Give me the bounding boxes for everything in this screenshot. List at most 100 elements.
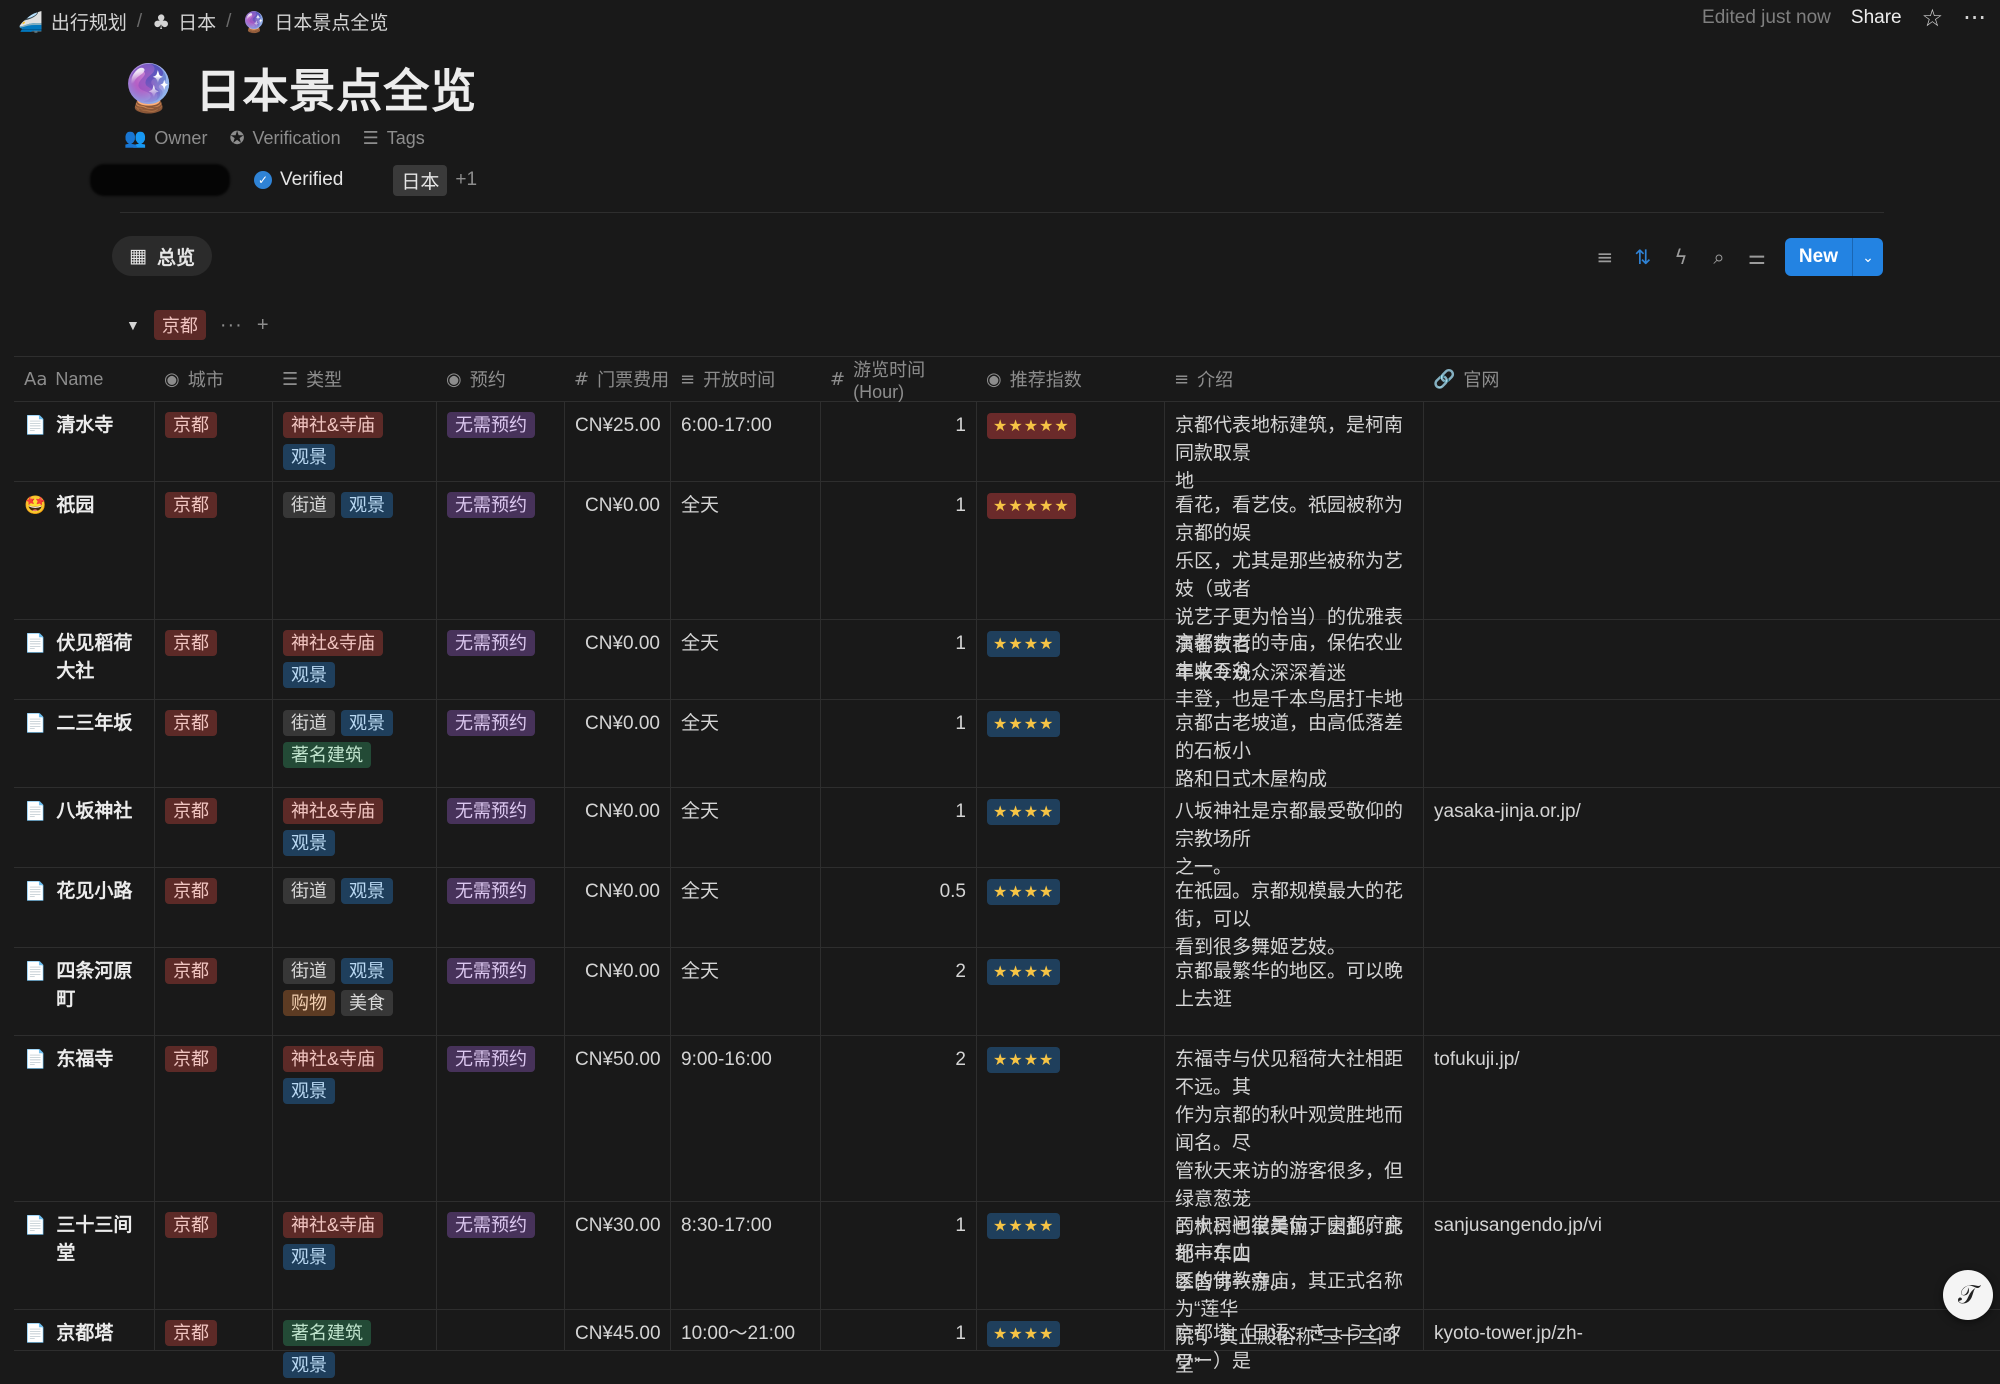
table-row[interactable]: 🤩 祇园 京都 街道 观景 无需预约 CN¥0.00 全天 1 ★★★★★ 看花，看艺伎。祇园被称为… [14,482,2000,684]
cell-hours[interactable]: 全天 [670,482,820,619]
cell-reservation[interactable]: 无需预约 [436,948,564,1035]
cell-fee[interactable]: CN¥50.00 [564,1036,670,1201]
cell-rating[interactable]: ★★★★★ [976,402,1164,481]
cell-reservation[interactable] [436,1310,564,1350]
breadcrumb-item-japan[interactable]: ♣ 日本 [148,6,220,37]
settings-sliders-icon[interactable]: ⚌ [1747,245,1767,269]
column-header[interactable]: ◉ 推荐指数 [976,357,1164,401]
cell-reservation[interactable]: 无需预约 [436,402,564,481]
cell-name[interactable]: 🤩 祇园 [14,482,154,619]
cell-reservation[interactable]: 无需预约 [436,620,564,699]
cell-intro[interactable]: 东福寺与伏见稻荷大社相距不远。其 作为京都的秋叶观赏胜地而闻名。尽 管秋天来访的… [1164,1036,1423,1294]
column-header[interactable]: Aa Name [14,357,154,401]
cell-hours[interactable]: 8:30-17:00 [670,1202,820,1309]
cell-rating[interactable]: ★★★★ [976,1202,1164,1309]
tags-property[interactable]: ☰ Tags [363,128,425,149]
cell-city[interactable]: 京都 [154,948,272,1035]
cell-intro[interactable]: 京都古老坡道，由高低落差的石板小 路和日式木屋构成 [1164,700,1423,790]
group-tag[interactable]: 京都 [153,310,206,340]
row-title[interactable]: 📄 二三年坂 [24,710,144,738]
column-header[interactable]: ≡ 介绍 [1164,357,1423,401]
cell-reservation[interactable]: 无需预约 [436,1036,564,1201]
automation-icon[interactable]: ϟ [1671,245,1691,269]
cell-city[interactable]: 京都 [154,1202,272,1309]
cell-duration[interactable]: 1 [820,620,976,699]
cell-website[interactable]: kyoto-tower.jp/zh- [1423,1310,2000,1350]
column-header[interactable]: ☰ 类型 [272,357,436,401]
cell-intro[interactable]: 在祇园。京都规模最大的花街，可以 看到很多舞姬艺妓。 [1164,868,1423,958]
cell-city[interactable]: 京都 [154,402,272,481]
verified-badge[interactable]: ✓ Verified [254,169,343,191]
row-title[interactable]: 📄 京都塔 [24,1320,144,1348]
cell-duration[interactable]: 1 [820,1202,976,1309]
cell-hours[interactable]: 全天 [670,948,820,1035]
website-link[interactable]: sanjusangendo.jp/vi [1434,1212,1990,1240]
cell-type[interactable]: 神社&寺庙观景 [272,1202,436,1309]
cell-fee[interactable]: CN¥0.00 [564,788,670,867]
cell-website[interactable] [1423,402,2000,481]
cell-city[interactable]: 京都 [154,1036,272,1201]
cell-duration[interactable]: 2 [820,948,976,1035]
cell-website[interactable] [1423,482,2000,619]
cell-name[interactable]: 📄 三十三间堂 [14,1202,154,1309]
website-link[interactable]: kyoto-tower.jp/zh- [1434,1320,1990,1348]
sort-icon[interactable]: ⇅ [1633,245,1653,269]
table-row[interactable]: 📄 伏见稻荷大社 京都 神社&寺庙观景 无需预约 CN¥0.00 全天 1 ★★★★ 京都古老的寺… [14,620,2000,710]
share-button[interactable]: Share [1851,7,1902,29]
column-header[interactable]: ≡ 开放时间 [670,357,820,401]
cell-city[interactable]: 京都 [154,482,272,619]
cell-type[interactable]: 著名建筑观景 [272,1310,436,1378]
cell-city[interactable]: 京都 [154,1310,272,1350]
cell-type[interactable]: 神社&寺庙观景 [272,1036,436,1201]
column-header[interactable]: ◉ 城市 [154,357,272,401]
cell-website[interactable] [1423,868,2000,947]
cell-website[interactable] [1423,700,2000,787]
row-title[interactable]: 📄 四条河原町 [24,958,144,1014]
help-fab-icon[interactable]: 𝒯 [1943,1270,1993,1320]
cell-duration[interactable]: 0.5 [820,868,976,947]
cell-intro[interactable]: 八坂神社是京都最受敬仰的宗教场所 之一。 [1164,788,1423,878]
column-header[interactable]: # 游览时间(Hour) [820,357,976,402]
cell-rating[interactable]: ★★★★ [976,1036,1164,1201]
cell-type[interactable]: 街道 观景购物 美食 [272,948,436,1035]
cell-type[interactable]: 街道 观景 [272,868,436,947]
table-row[interactable]: 📄 京都塔 京都 著名建筑观景 CN¥45.00 10:00～21:00 1 ★★★★ 京都塔（… [14,1310,2000,1378]
cell-fee[interactable]: CN¥0.00 [564,482,670,619]
column-header[interactable]: # 门票费用 [564,357,670,401]
crystal-ball-icon[interactable]: 🔮 [120,61,177,116]
table-row[interactable]: 📄 花见小路 京都 街道 观景 无需预约 CN¥0.00 全天 0.5 ★★★★ 在祇园。京都规模最… [14,868,2000,958]
row-title[interactable]: 📄 花见小路 [24,878,144,906]
table-row[interactable]: 📄 二三年坂 京都 街道 观景著名建筑 无需预约 CN¥0.00 全天 1 ★★★★ 京都古老坡道，… [14,700,2000,790]
cell-intro[interactable]: 京都古老的寺庙，保佑农业丰收五谷 丰登，也是千本鸟居打卡地 [1164,620,1423,710]
cell-duration[interactable]: 2 [820,1036,976,1201]
cell-reservation[interactable]: 无需预约 [436,482,564,619]
cell-duration[interactable]: 1 [820,482,976,619]
cell-name[interactable]: 📄 二三年坂 [14,700,154,787]
cell-fee[interactable]: CN¥0.00 [564,620,670,699]
cell-duration[interactable]: 1 [820,402,976,481]
cell-hours[interactable]: 全天 [670,868,820,947]
new-button[interactable]: New [1784,238,1852,276]
cell-website[interactable]: tofukuji.jp/ [1423,1036,2000,1201]
cell-reservation[interactable]: 无需预约 [436,868,564,947]
cell-type[interactable]: 神社&寺庙观景 [272,620,436,699]
cell-fee[interactable]: CN¥45.00 [564,1310,670,1350]
cell-name[interactable]: 📄 东福寺 [14,1036,154,1201]
search-icon[interactable]: ⌕ [1709,245,1729,269]
cell-website[interactable]: yasaka-jinja.or.jp/ [1423,788,2000,867]
cell-fee[interactable]: CN¥0.00 [564,700,670,787]
cell-hours[interactable]: 10:00～21:00 [670,1310,820,1350]
verification-property[interactable]: ✪ Verification [229,128,340,149]
filter-icon[interactable]: ≡ [1595,245,1615,269]
website-link[interactable]: tofukuji.jp/ [1434,1046,1990,1074]
column-header[interactable]: 🔗 官网 [1423,357,2000,401]
more-icon[interactable]: ··· [1963,4,1986,32]
cell-reservation[interactable]: 无需预约 [436,700,564,787]
cell-duration[interactable]: 1 [820,788,976,867]
owner-property[interactable]: 👥 Owner [124,128,207,149]
cell-website[interactable] [1423,948,2000,1035]
cell-name[interactable]: 📄 伏见稻荷大社 [14,620,154,699]
cell-fee[interactable]: CN¥30.00 [564,1202,670,1309]
row-title[interactable]: 📄 三十三间堂 [24,1212,144,1268]
cell-intro[interactable]: 三十三间堂是位于京都府京都市东山 区的佛教寺庙，其正式名称为“莲华 院”，其正殿… [1164,1202,1423,1376]
